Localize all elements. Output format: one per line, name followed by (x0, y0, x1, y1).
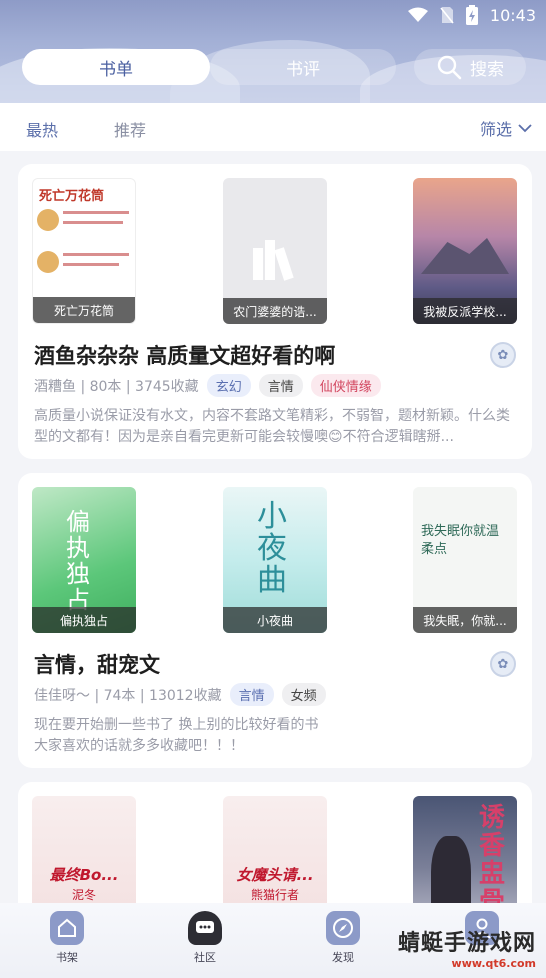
booklist-title: 言情，甜宠文 (34, 653, 160, 677)
nav-label: 社区 (194, 951, 216, 964)
tab-reviews[interactable]: 书评 (210, 49, 396, 85)
cover-author: 泥冬 (71, 888, 96, 902)
compass-icon (326, 911, 360, 945)
watermark-url: www.qt6.com (451, 957, 536, 970)
nav-discover[interactable]: 发现 (313, 911, 373, 965)
booklist-meta: 酒糟鱼 | 80本 | 3745收藏 玄幻 言情 仙侠情缘 (34, 374, 381, 397)
tag[interactable]: 言情 (229, 683, 274, 706)
booklist-card[interactable]: 死亡万花筒 死亡万花筒 农门婆婆的诰... 我被反派学校... 酒鱼杂杂杂 高质… (18, 164, 532, 459)
booklist-card[interactable]: 偏执独占 偏执独占 小夜曲 小夜曲 我失眠你就温柔点 我失眠，你就... 言情，… (18, 473, 532, 768)
status-bar: 10:43 (407, 4, 536, 26)
home-icon (50, 911, 84, 945)
nav-community[interactable]: 社区 (175, 911, 235, 965)
user-badge-icon: ✿ (490, 342, 516, 368)
book-cover[interactable]: 小夜曲 小夜曲 (223, 487, 327, 633)
book-title: 小夜曲 (223, 607, 327, 633)
booklist-stats: 酒糟鱼 | 80本 | 3745收藏 (34, 378, 199, 395)
status-time: 10:43 (489, 5, 536, 25)
tag[interactable]: 女频 (281, 683, 326, 706)
booklist-description: 现在要开始删一些书了 换上别的比较好看的书 大家喜欢的话就多多收藏吧！！！ (34, 717, 319, 754)
cover-author: 熊猫行者 (250, 888, 299, 902)
book-cover[interactable]: 我失眠你就温柔点 我失眠，你就... (413, 487, 517, 633)
book-covers: 偏执独占 偏执独占 小夜曲 小夜曲 我失眠你就温柔点 我失眠，你就... (32, 487, 518, 633)
book-title: 偏执独占 (32, 607, 136, 633)
no-sim-icon (440, 7, 454, 24)
site-watermark: 蜻蜓手游戏网 www.qt6.com (398, 925, 536, 970)
cover-title: 我失眠你就温柔点 (421, 524, 500, 557)
chevron-down-icon (518, 124, 532, 133)
book-cover[interactable]: 农门婆婆的诰... (223, 178, 327, 324)
battery-icon (465, 5, 478, 25)
cover-title: 偏执独占 (66, 508, 90, 614)
tag[interactable]: 玄幻 (206, 374, 251, 397)
book-covers: 死亡万花筒 死亡万花筒 农门婆婆的诰... 我被反派学校... (32, 178, 518, 324)
booklist-meta: 佳佳呀～ | 74本 | 13012收藏 言情 女频 (34, 683, 326, 706)
tab-hottest[interactable]: 最热 (26, 117, 58, 141)
booklist-stats: 佳佳呀～ | 74本 | 13012收藏 (34, 687, 222, 704)
tab-recommended[interactable]: 推荐 (114, 117, 146, 141)
nav-label: 发现 (332, 951, 354, 964)
doge-emoji (37, 209, 59, 231)
cover-title: 小夜曲 (257, 499, 287, 598)
book-title: 死亡万花筒 (33, 297, 135, 323)
booklist-description: 高质量小说保证没有水文，内容不套路文笔精彩，不弱智，题材新颖。什么类型的文都有！… (34, 408, 510, 445)
tag[interactable]: 言情 (258, 374, 303, 397)
tab-booklist[interactable]: 书单 (22, 49, 210, 85)
nav-bookshelf[interactable]: 书架 (37, 911, 97, 965)
book-title: 农门婆婆的诰... (223, 298, 327, 324)
cover-title: 最终Bo... (49, 866, 119, 884)
watermark-name: 蜻蜓手游戏网 (397, 931, 536, 956)
filter-label: 筛选 (479, 120, 512, 139)
chat-icon (188, 911, 222, 945)
cover-title: 诱香盅骨 (479, 803, 506, 917)
user-badge-icon: ✿ (490, 651, 516, 677)
book-title: 我被反派学校... (413, 298, 517, 324)
cover-title: 死亡万花筒 (39, 189, 105, 204)
doge-emoji (37, 251, 59, 273)
book-cover[interactable]: 我被反派学校... (413, 178, 517, 324)
bottom-nav: 书架 社区 发现 蜻蜓手游戏网 www.qt6.com (0, 903, 546, 978)
search-label: 搜索 (470, 59, 504, 80)
nav-label: 书架 (56, 951, 78, 964)
book-title: 我失眠，你就... (413, 607, 517, 633)
filter-bar: 最热 推荐 筛选 (0, 103, 546, 151)
search-icon (437, 55, 462, 80)
tag[interactable]: 仙侠情缘 (310, 374, 381, 397)
header: 10:43 书单 书评 搜索 (0, 0, 546, 103)
booklist-title: 酒鱼杂杂杂 高质量文超好看的啊 (34, 344, 336, 368)
filter-button[interactable]: 筛选 (480, 116, 532, 140)
top-tab-bar: 书单 书评 搜索 (14, 45, 532, 89)
search-button[interactable]: 搜索 (414, 49, 526, 85)
cover-title: 女魔头请... (236, 866, 314, 884)
wifi-icon (407, 7, 428, 22)
book-cover[interactable]: 死亡万花筒 死亡万花筒 (32, 178, 136, 324)
book-cover[interactable]: 偏执独占 偏执独占 (32, 487, 136, 633)
